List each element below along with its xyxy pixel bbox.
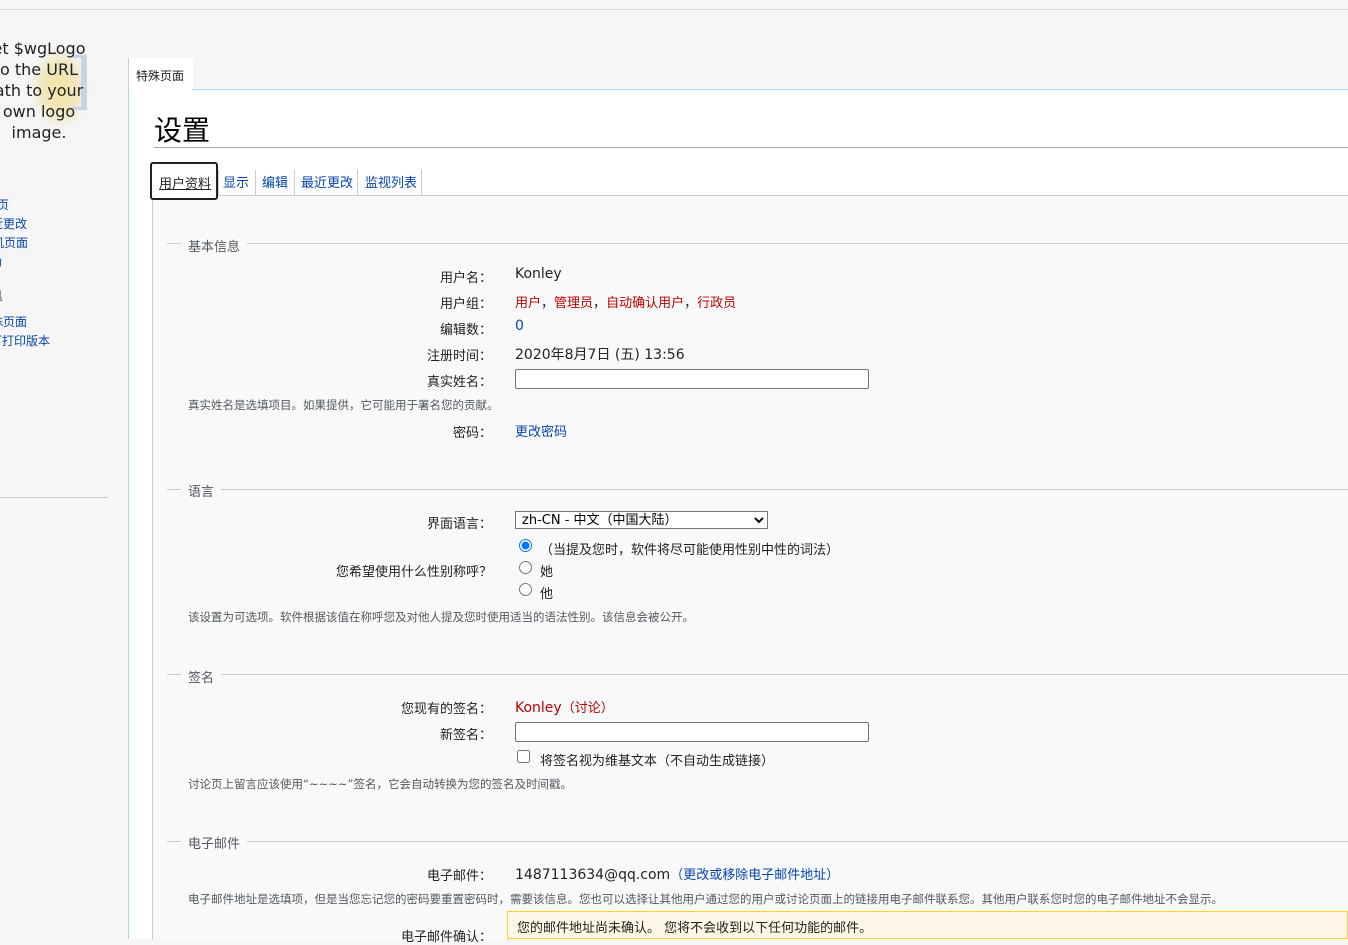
section-legend-basic: 基本信息: [181, 236, 248, 255]
sidebar-item-main-page[interactable]: 页: [0, 196, 9, 213]
gender-male-label: 他: [540, 587, 554, 602]
section-rule: [167, 841, 1348, 842]
group-separator: ，: [593, 296, 607, 311]
groups-list: 用户，管理员，自动确认用户，行政员: [515, 292, 736, 311]
group-link[interactable]: 管理员: [554, 296, 593, 311]
edit-count-link[interactable]: 0: [515, 318, 524, 334]
tab-divider: [218, 170, 219, 196]
email-confirm-label: 电子邮件确认：: [400, 930, 492, 945]
tab-user-profile-label: 用户资料: [159, 177, 212, 192]
ui-language-select[interactable]: zh-CN - 中文（中国大陆）: [515, 511, 768, 529]
group-separator: ，: [684, 296, 698, 311]
group-link[interactable]: 用户: [515, 296, 541, 311]
gender-neutral-label: （当提及您时，软件将尽可能使用性别中性的词法）: [540, 543, 840, 558]
change-password-link[interactable]: 更改密码: [515, 421, 567, 440]
current-signature: Konley（讨论）: [515, 697, 614, 716]
section-legend-signature: 签名: [181, 667, 222, 686]
sidebar-item-recent-changes[interactable]: 近更改: [0, 215, 27, 232]
signature-help: 讨论页上留言应该使用“~~~~”签名，它会自动转换为您的签名及时间戳。: [188, 777, 572, 791]
gender-female-radio[interactable]: [519, 561, 532, 574]
email-help: 电子邮件地址是选填项，但是当您忘记您的密码要重置密码时，需要该信息。您也可以选择…: [188, 892, 1223, 906]
group-link[interactable]: 自动确认用户: [606, 296, 684, 311]
gender-male-radio[interactable]: [519, 583, 532, 596]
gender-female-label: 她: [540, 565, 554, 580]
registered-label: 注册时间：: [426, 349, 492, 364]
preferences-panel: [152, 195, 1348, 940]
section-rule: [167, 674, 1348, 675]
signature-talk-link[interactable]: 讨论: [575, 701, 601, 716]
raw-signature-checkbox[interactable]: [517, 750, 530, 763]
tab-watchlist-label: 监视列表: [365, 176, 418, 191]
email-value-row: 1487113634@qq.com（更改或移除电子邮件地址）: [515, 864, 839, 883]
current-signature-label: 您现有的签名：: [400, 702, 492, 717]
section-rule: [167, 243, 1348, 244]
site-logo[interactable]: ] et $wgLogo o the URL ath to your own l…: [0, 38, 110, 148]
tab-divider: [357, 170, 358, 196]
logo-placeholder-text: et $wgLogo o the URL ath to your own log…: [0, 39, 86, 142]
email-label: 电子邮件：: [426, 869, 492, 884]
group-separator: ，: [541, 296, 555, 311]
ui-language-label: 界面语言：: [426, 517, 492, 532]
tab-editing-label: 编辑: [262, 176, 289, 191]
realname-input[interactable]: [515, 369, 869, 389]
new-signature-input[interactable]: [515, 722, 869, 742]
new-signature-label: 新签名：: [439, 728, 492, 743]
section-legend-email: 电子邮件: [181, 833, 248, 852]
tab-divider: [294, 170, 295, 196]
change-email-link[interactable]: 更改或移除电子邮件地址: [683, 868, 826, 883]
sidebar-item-printable-version[interactable]: 可打印版本: [0, 332, 50, 349]
username-label: 用户名：: [439, 271, 492, 286]
section-rule: [167, 489, 1348, 490]
tab-recent-changes[interactable]: 最近更改: [301, 162, 357, 196]
registered-value: 2020年8月7日 (五) 13:56: [515, 347, 685, 363]
gender-label: 您希望使用什么性别称呼？: [335, 565, 492, 580]
sidebar-separator: [0, 497, 108, 498]
tab-recent-changes-label: 最近更改: [301, 176, 354, 191]
group-link[interactable]: 行政员: [697, 296, 736, 311]
sidebar-item-special-pages[interactable]: 殊页面: [0, 313, 27, 330]
signature-paren: （: [561, 701, 575, 716]
top-border: [0, 9, 1348, 10]
title-divider: [154, 147, 1348, 148]
page-title: 设置: [154, 114, 211, 147]
raw-signature-label: 将签名视为维基文本（不自动生成链接）: [540, 754, 775, 769]
edits-label: 编辑数：: [439, 323, 492, 338]
tab-divider: [421, 170, 422, 196]
tab-user-profile[interactable]: 用户资料: [150, 162, 218, 200]
tab-editing[interactable]: 编辑: [262, 162, 292, 196]
groups-label: 用户组：: [439, 297, 492, 312]
gender-neutral-radio[interactable]: [519, 539, 532, 552]
signature-paren: ）: [600, 701, 614, 716]
tab-divider: [255, 170, 256, 196]
tab-display[interactable]: 显示: [223, 162, 253, 196]
email-warning-text: 您的邮件地址尚未确认。 您将不会收到以下任何功能的邮件。: [517, 921, 873, 936]
signature-user-link[interactable]: Konley: [515, 700, 562, 716]
email-paren: ）: [826, 868, 840, 883]
realname-help: 真实姓名是选填项目。如果提供，它可能用于署名您的贡献。: [188, 398, 499, 412]
email-address: 1487113634@qq.com: [515, 867, 671, 883]
tab-special-page-label: 特殊页面: [136, 69, 185, 83]
tab-special-page[interactable]: 特殊页面: [128, 58, 193, 90]
sidebar-item-random-page[interactable]: 机页面: [0, 234, 28, 251]
email-unconfirmed-warning: 您的邮件地址尚未确认。 您将不会收到以下任何功能的邮件。: [507, 911, 1348, 939]
gender-help: 该设置为可选项。软件根据该值在称呼您及对他人提及您时使用适当的语法性别。该信息会…: [188, 610, 694, 624]
username-value: Konley: [515, 266, 562, 282]
tab-display-label: 显示: [223, 176, 250, 191]
section-legend-language: 语言: [181, 481, 222, 500]
tab-watchlist[interactable]: 监视列表: [365, 162, 421, 196]
tab-underline: [192, 89, 1348, 90]
email-paren: （: [670, 868, 684, 883]
realname-label: 真实姓名：: [426, 375, 492, 390]
sidebar-item-help[interactable]: 助: [0, 253, 2, 270]
password-label: 密码：: [452, 426, 492, 441]
sidebar-heading-tools: 具: [0, 287, 3, 304]
